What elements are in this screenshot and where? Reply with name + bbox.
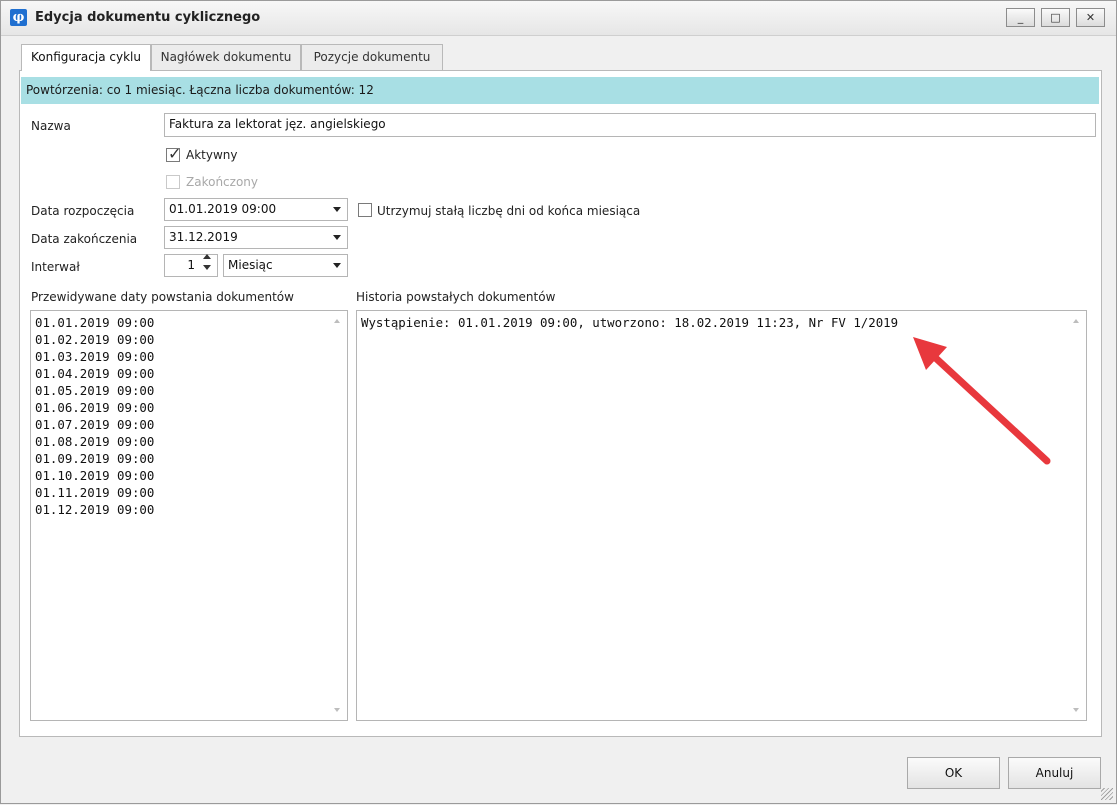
cancel-button[interactable]: Anuluj bbox=[1008, 757, 1101, 789]
tab-konfiguracja-cyklu[interactable]: Konfiguracja cyklu bbox=[21, 44, 151, 71]
resize-grip-icon[interactable] bbox=[1101, 788, 1113, 800]
ok-button[interactable]: OK bbox=[907, 757, 1000, 789]
dialog-window: φ Edycja dokumentu cyklicznego _ □ ✕ Kon… bbox=[0, 0, 1117, 804]
annotation-arrow bbox=[913, 337, 1051, 465]
